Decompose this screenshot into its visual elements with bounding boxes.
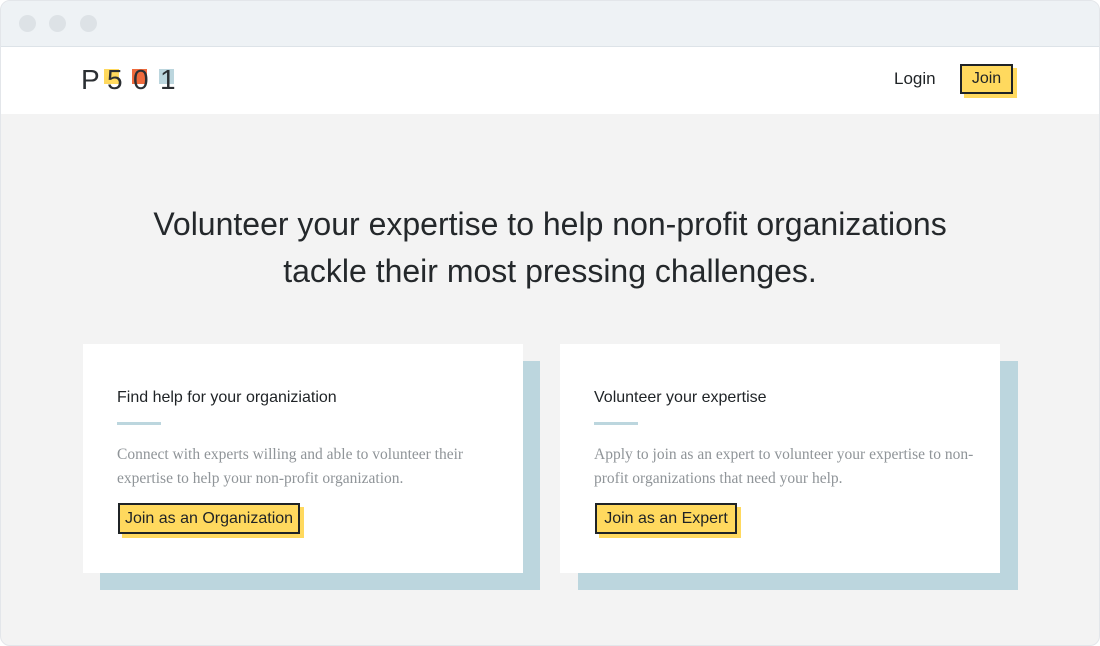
card-divider <box>117 422 161 425</box>
join-button[interactable]: Join <box>960 64 1013 94</box>
top-navbar: P 5 0 1 Login Join <box>1 47 1099 114</box>
hero-line-1: Volunteer your expertise to help non-pro… <box>153 206 947 242</box>
card-description: Apply to join as an expert to volunteer … <box>594 446 974 487</box>
expert-card: Volunteer your expertise Apply to join a… <box>560 344 1000 573</box>
join-expert-button-wrap: Join as an Expert <box>595 503 741 538</box>
logo-letter: 0 <box>133 64 149 95</box>
window-close-button[interactable] <box>19 15 36 32</box>
join-button-wrap: Join <box>960 64 1018 98</box>
logo-letter: 1 <box>160 64 176 95</box>
join-as-organization-button[interactable]: Join as an Organization <box>118 503 300 534</box>
logo-letter: P <box>81 64 100 95</box>
organization-card: Find help for your organiziation Connect… <box>83 344 523 573</box>
site-logo[interactable]: P 5 0 1 <box>81 65 181 95</box>
hero-line-2: tackle their most pressing challenges. <box>283 253 817 289</box>
card-description: Connect with experts willing and able to… <box>117 446 464 487</box>
join-organization-button-wrap: Join as an Organization <box>118 503 304 538</box>
card-divider <box>594 422 638 425</box>
join-as-expert-button[interactable]: Join as an Expert <box>595 503 737 534</box>
logo-letter: 5 <box>107 64 123 95</box>
hero-headline: Volunteer your expertise to help non-pro… <box>1 201 1099 295</box>
browser-window: P 5 0 1 Login Join Volunteer your expert… <box>0 0 1100 646</box>
window-maximize-button[interactable] <box>80 15 97 32</box>
card-title: Find help for your organiziation <box>117 389 337 406</box>
login-link[interactable]: Login <box>894 69 936 89</box>
card-title: Volunteer your expertise <box>594 389 767 406</box>
window-titlebar <box>1 1 1099 47</box>
window-minimize-button[interactable] <box>49 15 66 32</box>
